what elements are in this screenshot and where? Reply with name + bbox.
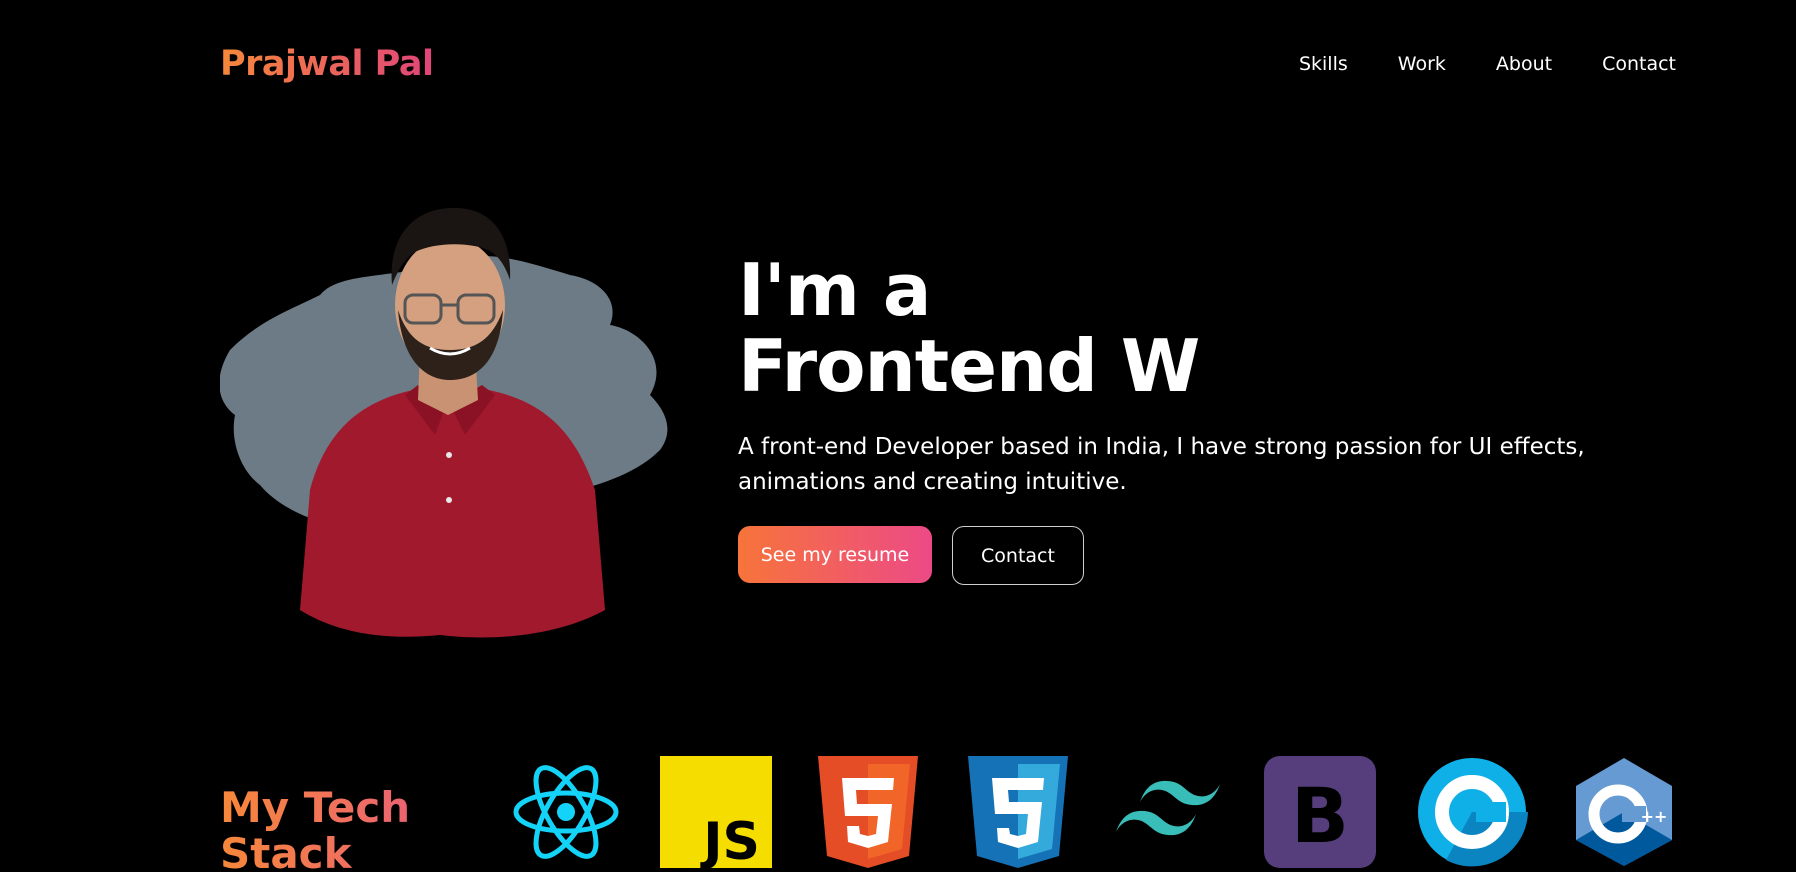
html5-icon: [818, 756, 918, 868]
css3-icon: [968, 756, 1068, 868]
contact-button[interactable]: Contact: [952, 526, 1084, 585]
bootstrap-icon: B: [1264, 756, 1376, 868]
svg-text:++: ++: [1641, 807, 1668, 826]
hero-title: I'm a Frontend W: [738, 252, 1638, 404]
hero-title-line2: Frontend W: [738, 324, 1200, 408]
site-header: Prajwal Pal Skills Work About Contact: [220, 36, 1676, 92]
resume-button[interactable]: See my resume: [738, 526, 932, 583]
tech-stack-title-text: My Tech Stack: [220, 783, 411, 872]
main-nav: Skills Work About Contact: [1299, 53, 1676, 75]
hero-portrait: [219, 200, 690, 640]
tailwind-icon: [1116, 780, 1220, 836]
hero-section: I'm a Frontend W A front-end Developer b…: [738, 252, 1638, 585]
portfolio-page: Prajwal Pal Skills Work About Contact I'…: [0, 0, 1796, 872]
nav-link-work[interactable]: Work: [1398, 53, 1446, 75]
hero-description: A front-end Developer based in India, I …: [738, 434, 1585, 495]
svg-text:JS: JS: [700, 812, 760, 868]
nav-link-contact[interactable]: Contact: [1602, 53, 1676, 75]
shirt-button: [446, 452, 452, 458]
shirt-button: [446, 497, 452, 503]
nav-link-about[interactable]: About: [1496, 53, 1552, 75]
c-icon: [1418, 758, 1528, 867]
javascript-icon: JS: [660, 756, 772, 868]
brand-logo[interactable]: Prajwal Pal: [220, 44, 434, 84]
tech-stack-title: My Tech Stack: [220, 785, 440, 872]
hero-buttons: See my resume Contact: [738, 526, 1638, 585]
svg-text:B: B: [1291, 771, 1349, 860]
portrait-illustration: [219, 207, 668, 638]
hero-title-line1: I'm a: [738, 248, 932, 332]
react-icon: [513, 765, 619, 859]
nav-link-skills[interactable]: Skills: [1299, 53, 1348, 75]
cpp-icon: ++: [1576, 758, 1672, 866]
